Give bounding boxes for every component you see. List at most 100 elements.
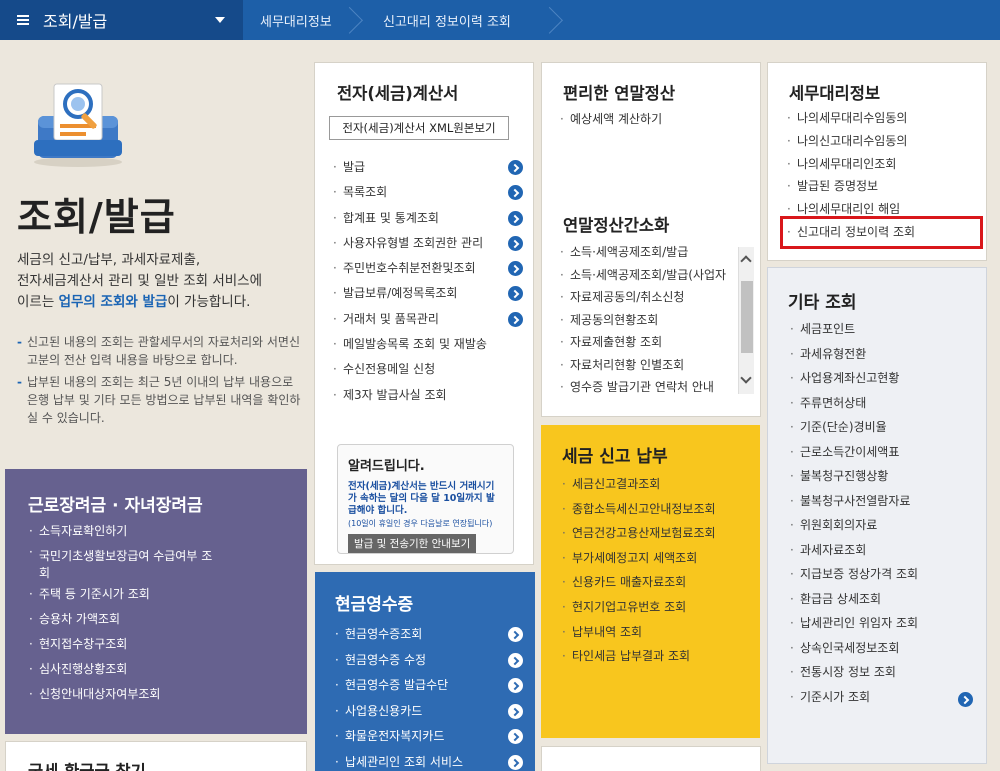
menu-item[interactable]: 주택 등 기준시가 조회 xyxy=(29,582,219,607)
menu-item-label: 수신전용메일 신청 xyxy=(343,362,436,377)
menu-item[interactable]: 기준(단순)경비율 xyxy=(790,415,918,440)
menu-item[interactable]: 납세관리인 조회 서비스 xyxy=(335,750,523,771)
expand-icon[interactable] xyxy=(958,692,973,707)
menu-item[interactable]: 위원회회의자료 xyxy=(790,513,918,538)
menu-item[interactable]: 제공동의현황조회 xyxy=(560,309,736,332)
menu-item[interactable]: 현지접수창구조회 xyxy=(29,632,219,657)
panel-cash-receipt: 현금영수증 현금영수증조회 현금영수증 수정 현금영수증 발급수단 사업용신용카… xyxy=(315,572,535,771)
year-end-menu: 예상세액 계산하기 xyxy=(560,107,662,133)
menu-item[interactable]: 세금포인트 xyxy=(790,317,918,342)
arrow-right-icon xyxy=(508,261,523,277)
menu-item[interactable]: 수신전용메일 신청 xyxy=(333,357,523,383)
menu-item[interactable]: 발급보류/예정목록조회 xyxy=(333,281,523,307)
menu-item[interactable]: 영수증 발급기관 연락처 안내 xyxy=(560,376,736,399)
menu-item[interactable]: 사업용신용카드 xyxy=(335,699,523,725)
menu-item[interactable]: 사업용계좌신고현황 xyxy=(790,366,918,391)
menu-item[interactable]: 발급된 증명정보 xyxy=(787,175,915,198)
arrow-right-icon xyxy=(508,703,523,719)
menu-item[interactable]: 나의신고대리수임동의 xyxy=(787,130,915,153)
xml-original-view-button[interactable]: 전자(세금)계산서 XML원본보기 xyxy=(329,116,509,140)
issue-deadline-guide-button[interactable]: 발급 및 전송기한 안내보기 xyxy=(348,534,477,553)
menu-item[interactable]: 화물운전자복지카드 xyxy=(335,724,523,750)
menu-item[interactable]: 불복청구사전열람자료 xyxy=(790,489,918,514)
intro-description: 세금의 신고/납부, 과세자료제출, 전자세금계산서 관리 및 일반 조회 서비… xyxy=(17,250,297,313)
menu-item[interactable]: 목록조회 xyxy=(333,180,523,206)
menu-item[interactable]: 사용자유형별 조회권한 관리 xyxy=(333,231,523,256)
menu-item[interactable]: 거래처 및 품목관리 xyxy=(333,307,523,332)
intro-desc-line: 전자세금계산서 관리 및 일반 조회 서비스에 xyxy=(17,273,263,289)
breadcrumb-separator xyxy=(549,0,563,40)
menu-item[interactable]: 자료처리현황 인별조회 xyxy=(560,354,736,377)
menu-item[interactable]: 메일발송목록 조회 및 재발송 xyxy=(333,332,523,358)
menu-item[interactable]: 신용카드 매출자료조회 xyxy=(562,570,716,595)
arrow-right-icon xyxy=(508,286,523,302)
panel-earned-income-title: 근로장려금 · 자녀장려금 xyxy=(28,496,203,516)
menu-item[interactable]: 승용차 가액조회 xyxy=(29,607,219,632)
menu-item[interactable]: 종합소득세신고안내정보조회 xyxy=(562,497,716,522)
menu-item[interactable]: 제3자 발급사실 조회 xyxy=(333,383,523,409)
menu-item-label: 현금영수증 수정 xyxy=(345,652,427,667)
selected-item-highlight xyxy=(780,216,983,249)
menu-item[interactable]: 과세자료조회 xyxy=(790,538,918,563)
panel-einvoice-title: 전자(세금)계산서 xyxy=(337,84,459,103)
menu-item[interactable]: 불복청구진행상황 xyxy=(790,464,918,489)
menu-item[interactable]: 현지기업고유번호 조회 xyxy=(562,595,716,620)
menu-item-label: 현금영수증 발급수단 xyxy=(345,678,449,692)
menu-item[interactable]: 납부내역 조회 xyxy=(562,620,716,645)
menu-item[interactable]: 발급 xyxy=(333,155,523,181)
menu-item[interactable]: 세금신고결과조회 xyxy=(562,472,716,497)
arrow-right-icon xyxy=(508,160,523,175)
menu-item[interactable]: 소득자료확인하기 xyxy=(29,519,219,544)
menu-dropdown[interactable]: 조회/발급 xyxy=(0,0,243,40)
panel-tax-report-title: 세금 신고 납부 xyxy=(562,447,668,467)
menu-item[interactable]: 타인세금 납부결과 조회 xyxy=(562,644,716,669)
menu-item[interactable]: 주민번호수취분전환및조회 xyxy=(333,256,523,282)
menu-item[interactable]: 소득·세액공제조회/발급(사업자 xyxy=(560,264,736,287)
panel-refund-title: 국세 환급금 찾기 xyxy=(28,758,146,771)
arrow-right-icon xyxy=(508,235,523,251)
notice-title: 알려드립니다. xyxy=(348,459,425,474)
year-end-scrollbar[interactable] xyxy=(738,247,754,394)
menu-item[interactable]: 현금영수증조회 xyxy=(335,622,523,648)
menu-item[interactable]: 연금건강고용산재보험료조회 xyxy=(562,521,716,546)
menu-item[interactable]: 현금영수증 수정 xyxy=(335,648,523,674)
panel-refund: 국세 환급금 찾기 xyxy=(5,741,307,771)
intro-desc-line: 이르는 업무의 조회와 발급이 가능합니다. xyxy=(17,292,297,313)
menu-item[interactable]: 심사진행상황조회 xyxy=(29,657,219,682)
menu-item[interactable]: 상속인국세정보조회 xyxy=(790,636,918,661)
menu-item[interactable]: 국민기초생활보장급여 수급여부 조회 xyxy=(29,544,219,582)
chevron-up-icon[interactable] xyxy=(740,255,752,267)
year-end-simple-title: 연말정산간소화 xyxy=(563,216,670,235)
menu-item[interactable]: 기준시가 조회 xyxy=(790,685,918,710)
panel-year-end-title: 편리한 연말정산 xyxy=(563,84,676,103)
menu-item[interactable]: 지급보증 정상가격 조회 xyxy=(790,562,918,587)
scrollbar-thumb[interactable] xyxy=(741,281,753,353)
menu-item[interactable]: 환급금 상세조회 xyxy=(790,587,918,612)
breadcrumb-report-history[interactable]: 신고대리 정보이력 조회 xyxy=(363,0,563,40)
menu-item[interactable]: 예상세액 계산하기 xyxy=(560,107,662,133)
menu-item-label: 제3자 발급사실 조회 xyxy=(343,387,447,402)
menu-item[interactable]: 주류면허상태 xyxy=(790,391,918,416)
menu-item[interactable]: 현금영수증 발급수단 xyxy=(335,673,523,699)
menu-item-label: 납세관리인 조회 서비스 xyxy=(345,754,464,769)
menu-item[interactable]: 과세유형전환 xyxy=(790,342,918,367)
menu-item[interactable]: 신청안내대상자여부조회 xyxy=(29,682,219,707)
menu-item[interactable]: 납세관리인 위임자 조회 xyxy=(790,611,918,636)
menu-item[interactable]: 부가세예정고지 세액조회 xyxy=(562,546,716,571)
intro-desc-text: 이르는 xyxy=(17,294,59,310)
breadcrumb-tax-agent[interactable]: 세무대리정보 xyxy=(243,0,363,40)
menu-item[interactable]: 합계표 및 통계조회 xyxy=(333,206,523,231)
menu-item[interactable]: 자료제출현황 조회 xyxy=(560,331,736,354)
menu-item[interactable]: 근로소득간이세액표 xyxy=(790,440,918,465)
menu-item[interactable]: 자료제공동의/취소신청 xyxy=(560,286,736,309)
year-end-simple-menu: 소득·세액공제조회/발급 소득·세액공제조회/발급(사업자 자료제공동의/취소신… xyxy=(560,241,736,399)
menu-item-label: 메일발송목록 조회 및 재발송 xyxy=(343,337,487,352)
menu-item[interactable]: 소득·세액공제조회/발급 xyxy=(560,241,736,264)
arrow-right-icon xyxy=(508,754,523,770)
menu-item[interactable]: 전통시장 정보 조회 xyxy=(790,660,918,685)
chevron-down-icon[interactable] xyxy=(740,372,752,384)
menu-item[interactable]: 나의세무대리인조회 xyxy=(787,153,915,176)
menu-item[interactable]: 나의세무대리수임동의 xyxy=(787,107,915,130)
arrow-right-icon xyxy=(508,729,523,744)
page-title: 조회/발급 xyxy=(17,195,176,239)
